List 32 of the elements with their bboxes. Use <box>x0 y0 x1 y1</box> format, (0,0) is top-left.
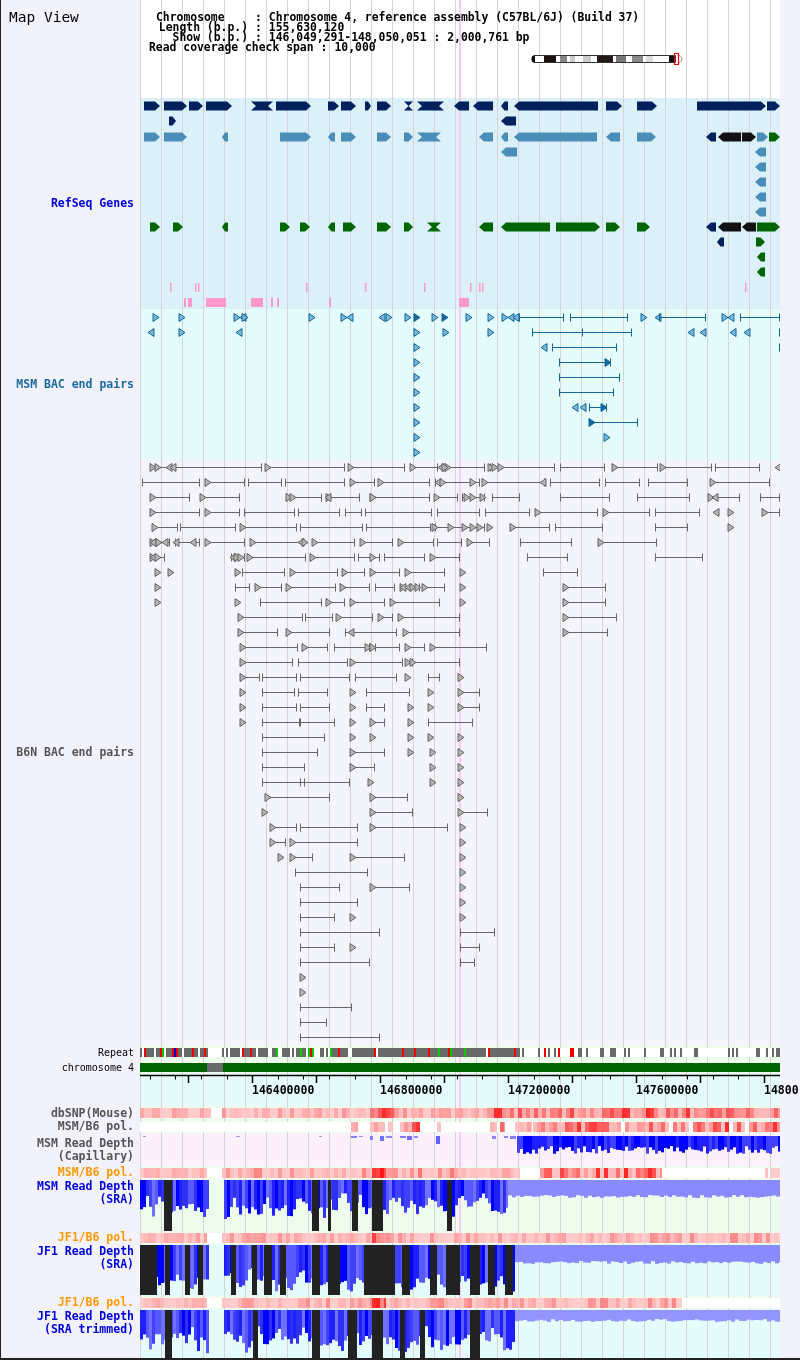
info-label: Show (b.p.) <box>172 32 248 42</box>
info-value: 146,049,291-148,050,051 : 2,000,761 bp <box>268 32 531 42</box>
info-value: Chromosome 4, reference assembly (C57BL/6J) (Build 37) <box>268 12 640 22</box>
track-label: dbSNP(Mouse) <box>50 1106 134 1120</box>
view-position-marker <box>673 53 680 65</box>
axis-tick-label: 146400000 <box>252 1083 315 1097</box>
panel-title: Map View <box>9 9 79 26</box>
info-label: Chromosome <box>156 12 225 22</box>
track-label: Repeat <box>97 1047 134 1059</box>
separator: : <box>255 32 262 42</box>
axis-tick-label: 147600000 <box>636 1083 699 1097</box>
track-label: MSM Read Depth (Capillary) <box>36 1137 134 1163</box>
axis-tick-label: 146800000 <box>380 1083 443 1097</box>
info-value: 10,000 <box>334 42 376 52</box>
separator: : <box>255 12 262 22</box>
track-label: MSM BAC end pairs <box>16 378 134 391</box>
track-label: chromosome 4 <box>61 1061 134 1074</box>
track-label: RefSeq Genes <box>50 197 134 210</box>
track-label: JF1 Read Depth (SRA trimmed) <box>36 1310 134 1336</box>
track-label: JF1 Read Depth (SRA) <box>36 1245 134 1271</box>
track-label: MSM/B6 pol. <box>57 1166 134 1179</box>
track-label: MSM Read Depth (SRA) <box>36 1180 134 1206</box>
track-label: B6N BAC end pairs <box>16 746 134 759</box>
track-label: MSM/B6 pol. <box>57 1120 134 1133</box>
track-label: JF1/B6 pol. <box>57 1231 134 1244</box>
axis-tick-label: 147200000 <box>508 1083 571 1097</box>
axis-tick-label: 14800 <box>764 1083 799 1097</box>
separator: : <box>320 42 328 52</box>
track-label: JF1/B6 pol. <box>57 1296 134 1309</box>
info-label: Length (b.p.) <box>158 22 248 32</box>
separator: : <box>255 22 262 32</box>
info-value: 155,630,120 <box>268 22 345 32</box>
